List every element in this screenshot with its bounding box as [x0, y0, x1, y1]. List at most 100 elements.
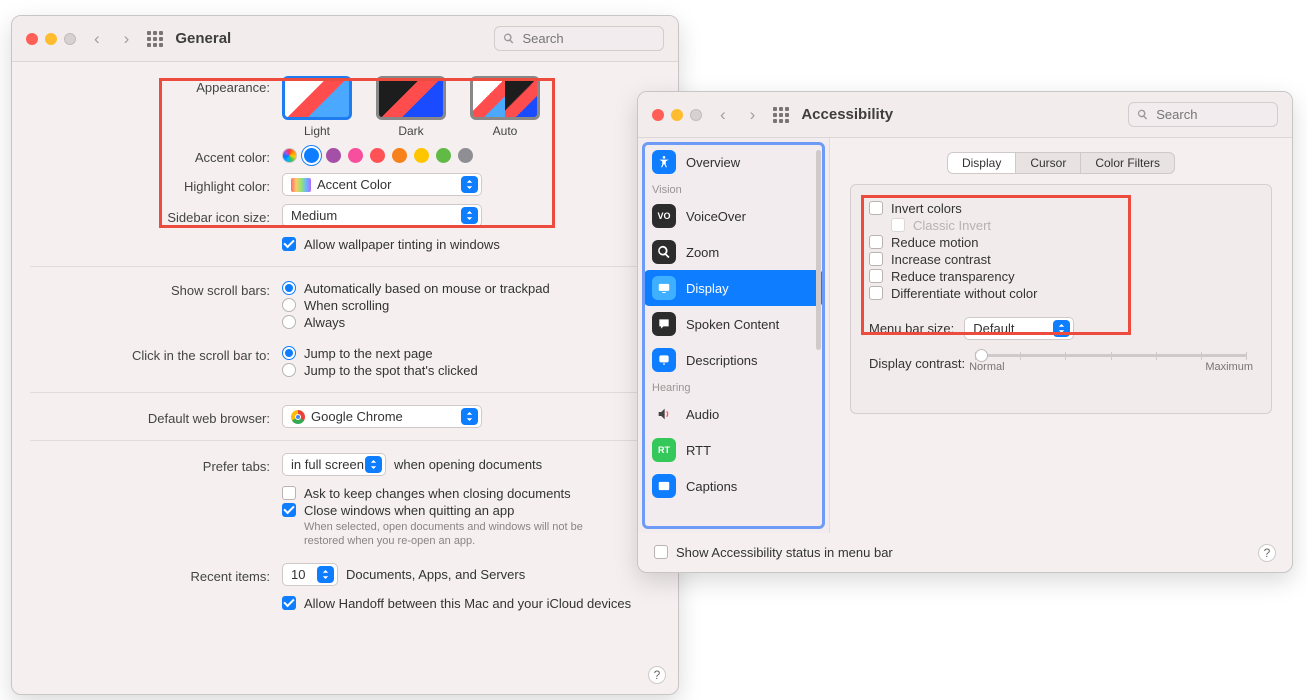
window-general-prefs: ‹ › General Appearance: Light Dark — [11, 15, 679, 695]
sidebar-item-overview[interactable]: Overview — [644, 144, 823, 180]
default-browser-select[interactable]: Google Chrome — [282, 405, 482, 428]
help-button[interactable]: ? — [648, 666, 666, 684]
appearance-label: Appearance: — [30, 76, 270, 95]
accessibility-main: Display Cursor Color Filters Invert colo… — [830, 138, 1292, 533]
close-windows-quit-checkbox[interactable] — [282, 503, 296, 517]
accent-yellow[interactable] — [414, 148, 429, 163]
menu-bar-size-select[interactable]: Default — [964, 317, 1074, 340]
show-all-icon[interactable] — [147, 31, 163, 47]
zoom-icon[interactable] — [690, 109, 702, 121]
allow-tinting-checkbox[interactable] — [282, 237, 296, 251]
search-field[interactable] — [494, 26, 664, 51]
reduce-transparency-checkbox[interactable] — [869, 269, 883, 283]
scroll-auto-radio[interactable] — [282, 281, 296, 295]
invert-colors-checkbox[interactable] — [869, 201, 883, 215]
sidebar-icon-size-label: Sidebar icon size: — [30, 206, 270, 225]
accent-graphite[interactable] — [458, 148, 473, 163]
click-next-page-radio[interactable] — [282, 346, 296, 360]
appearance-thumb-dark — [376, 76, 446, 120]
general-content: Appearance: Light Dark Auto Accent color… — [12, 62, 678, 694]
search-field[interactable] — [1128, 102, 1278, 127]
sidebar-group-hearing: Hearing — [644, 378, 823, 396]
chevron-updown-icon — [461, 207, 478, 224]
reduce-motion-checkbox[interactable] — [869, 235, 883, 249]
accent-purple[interactable] — [326, 148, 341, 163]
increase-contrast-checkbox[interactable] — [869, 252, 883, 266]
display-icon — [652, 276, 676, 300]
audio-icon — [652, 402, 676, 426]
appearance-thumb-auto — [470, 76, 540, 120]
sidebar-item-voiceover[interactable]: VO VoiceOver — [644, 198, 823, 234]
sidebar-item-audio[interactable]: Audio — [644, 396, 823, 432]
scroll-when-scrolling-radio[interactable] — [282, 298, 296, 312]
accent-blue[interactable] — [304, 148, 319, 163]
show-all-icon[interactable] — [773, 107, 789, 123]
appearance-option-auto[interactable]: Auto — [470, 76, 540, 138]
accent-green[interactable] — [436, 148, 451, 163]
search-input[interactable] — [520, 30, 655, 47]
highlight-color-select[interactable]: Accent Color — [282, 173, 482, 196]
close-icon[interactable] — [652, 109, 664, 121]
accent-pink[interactable] — [348, 148, 363, 163]
display-panel: Invert colors Classic Invert Reduce moti… — [850, 184, 1272, 414]
window-controls — [652, 109, 702, 121]
appearance-option-light[interactable]: Light — [282, 76, 352, 138]
prefer-tabs-select[interactable]: in full screen — [282, 453, 386, 476]
close-icon[interactable] — [26, 33, 38, 45]
chrome-icon — [291, 410, 305, 424]
appearance-thumb-light — [282, 76, 352, 120]
display-contrast-label: Display contrast: — [869, 356, 965, 371]
sidebar-item-spoken-content[interactable]: Spoken Content — [644, 306, 823, 342]
accessibility-sidebar: Overview Vision VO VoiceOver Zoom Displa… — [638, 138, 830, 533]
sidebar-item-display[interactable]: Display — [644, 270, 823, 306]
spoken-icon — [652, 312, 676, 336]
classic-invert-checkbox — [891, 218, 905, 232]
search-icon — [1137, 108, 1148, 121]
accent-red[interactable] — [370, 148, 385, 163]
tab-cursor[interactable]: Cursor — [1016, 153, 1081, 173]
prefer-tabs-label: Prefer tabs: — [30, 455, 270, 474]
tab-color-filters[interactable]: Color Filters — [1081, 153, 1174, 173]
nav-forward-icon[interactable]: › — [118, 29, 136, 49]
sidebar-item-zoom[interactable]: Zoom — [644, 234, 823, 270]
nav-back-icon[interactable]: ‹ — [88, 29, 106, 49]
captions-icon — [652, 474, 676, 498]
status-in-menubar-checkbox[interactable] — [654, 545, 668, 559]
differentiate-color-checkbox[interactable] — [869, 286, 883, 300]
nav-back-icon[interactable]: ‹ — [714, 105, 732, 125]
minimize-icon[interactable] — [45, 33, 57, 45]
close-windows-hint: When selected, open documents and window… — [304, 520, 624, 549]
prefer-tabs-suffix: when opening documents — [394, 457, 542, 472]
recent-items-label: Recent items: — [30, 565, 270, 584]
sidebar-scrollbar[interactable] — [816, 150, 821, 350]
sidebar-item-rtt[interactable]: RT RTT — [644, 432, 823, 468]
tab-display[interactable]: Display — [948, 153, 1016, 173]
allow-handoff-checkbox[interactable] — [282, 596, 296, 610]
help-button[interactable]: ? — [1258, 544, 1276, 562]
highlight-color-label: Highlight color: — [30, 175, 270, 194]
chevron-updown-icon — [317, 566, 334, 583]
click-jump-spot-radio[interactable] — [282, 363, 296, 377]
search-input[interactable] — [1154, 106, 1269, 123]
accent-multicolor[interactable] — [282, 148, 297, 163]
sidebar-item-captions[interactable]: Captions — [644, 468, 823, 504]
nav-forward-icon[interactable]: › — [744, 105, 762, 125]
zoom-icon[interactable] — [64, 33, 76, 45]
scroll-always-radio[interactable] — [282, 315, 296, 329]
overview-icon — [652, 150, 676, 174]
highlight-chip-icon — [291, 178, 311, 192]
ask-keep-changes-checkbox[interactable] — [282, 486, 296, 500]
rtt-icon: RT — [652, 438, 676, 462]
sidebar-item-descriptions[interactable]: Descriptions — [644, 342, 823, 378]
recent-items-select[interactable]: 10 — [282, 563, 338, 586]
descriptions-icon — [652, 348, 676, 372]
minimize-icon[interactable] — [671, 109, 683, 121]
chevron-updown-icon — [461, 408, 478, 425]
accent-color-label: Accent color: — [30, 146, 270, 165]
display-contrast-slider[interactable] — [975, 354, 1247, 357]
accent-orange[interactable] — [392, 148, 407, 163]
sidebar-icon-size-select[interactable]: Medium — [282, 204, 482, 227]
show-scroll-bars-label: Show scroll bars: — [30, 279, 270, 298]
contrast-max-label: Maximum — [1205, 361, 1253, 373]
appearance-option-dark[interactable]: Dark — [376, 76, 446, 138]
